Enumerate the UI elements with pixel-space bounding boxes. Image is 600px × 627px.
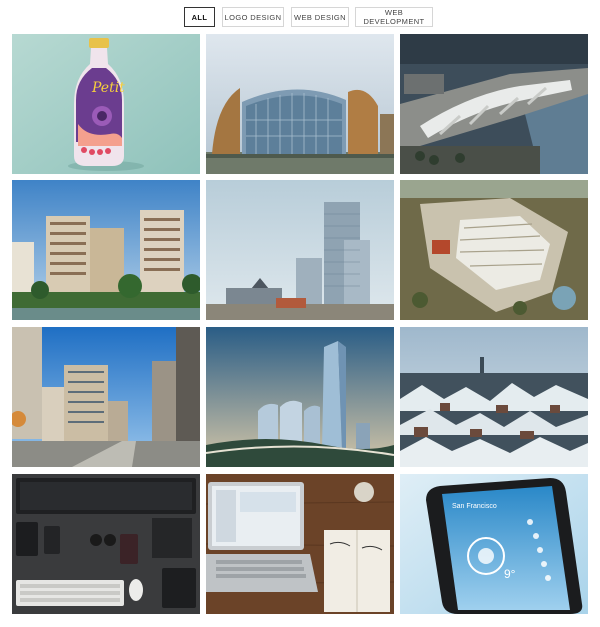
phone-temperature-label: 9° <box>504 567 516 581</box>
office-skyscraper-image <box>206 180 394 320</box>
portfolio-item-snowy-rooftops[interactable] <box>400 327 588 467</box>
desk-workspace-image <box>12 474 200 614</box>
weather-app-phone-image: San Francisco 9° <box>400 474 588 614</box>
portfolio-item-laptop-notebook[interactable] <box>206 474 394 614</box>
street-buildings-image <box>12 327 200 467</box>
aerial-campus-image <box>400 180 588 320</box>
phone-city-label: San Francisco <box>452 503 497 510</box>
portfolio-item-weather-app-phone[interactable]: San Francisco 9° <box>400 474 588 614</box>
portfolio-item-glass-dome-building[interactable] <box>206 34 394 174</box>
filter-all-button[interactable]: ALL <box>184 7 215 27</box>
portfolio-item-curved-glass-towers[interactable] <box>206 327 394 467</box>
portfolio-item-desk-workspace[interactable] <box>12 474 200 614</box>
portfolio-grid: Petit San Francisco 9° <box>12 34 588 615</box>
filter-web-development-button[interactable]: WEB DEVELOPMENT <box>355 7 433 27</box>
glass-dome-building-image <box>206 34 394 174</box>
portfolio-filter-bar: ALL LOGO DESIGN WEB DESIGN WEB DEVELOPME… <box>0 7 600 27</box>
curved-glass-towers-image <box>206 327 394 467</box>
laptop-notebook-image <box>206 474 394 614</box>
portfolio-item-aerial-waterfront-mall[interactable] <box>400 34 588 174</box>
portfolio-item-residential-towers[interactable] <box>12 180 200 320</box>
portfolio-item-juice-bottle[interactable]: Petit <box>12 34 200 174</box>
bottle-label: Petit <box>91 80 125 96</box>
portfolio-item-office-skyscraper[interactable] <box>206 180 394 320</box>
juice-bottle-image: Petit <box>12 34 200 174</box>
portfolio-item-street-buildings[interactable] <box>12 327 200 467</box>
snowy-rooftops-image <box>400 327 588 467</box>
aerial-waterfront-mall-image <box>400 34 588 174</box>
filter-logo-design-button[interactable]: LOGO DESIGN <box>222 7 284 27</box>
filter-web-design-button[interactable]: WEB DESIGN <box>291 7 349 27</box>
portfolio-item-aerial-campus[interactable] <box>400 180 588 320</box>
residential-towers-image <box>12 180 200 320</box>
